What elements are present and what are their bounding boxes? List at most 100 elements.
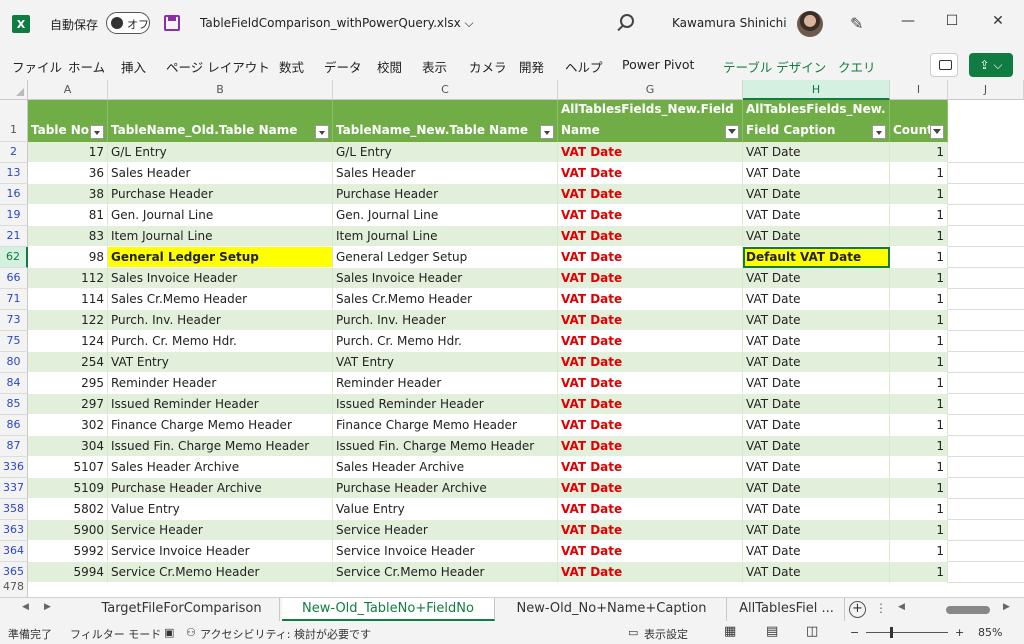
tab-scroll-right-icon[interactable]: ▶ [44, 602, 51, 612]
tab-page-layout[interactable]: ページ レイアウト [166, 57, 270, 76]
cell-old-table-name[interactable]: Sales Cr.Memo Header [108, 289, 333, 310]
select-all-corner[interactable] [0, 80, 28, 100]
cell-new-table-name[interactable]: Value Entry [333, 499, 558, 520]
cell-field-caption[interactable]: VAT Date [743, 142, 890, 163]
row-header[interactable]: 75 [0, 331, 28, 352]
cell-table-no[interactable]: 5992 [28, 541, 108, 562]
cell-field-caption[interactable]: VAT Date [743, 499, 890, 520]
row-header[interactable]: 358 [0, 499, 28, 520]
cell-column-j[interactable] [948, 205, 1024, 226]
cell-new-table-name[interactable]: Sales Cr.Memo Header [333, 289, 558, 310]
cell-table-no[interactable]: 122 [28, 310, 108, 331]
cell-count[interactable]: 1 [890, 226, 948, 247]
cell-table-no[interactable]: 38 [28, 184, 108, 205]
cell-table-no[interactable]: 304 [28, 436, 108, 457]
cell-new-table-name[interactable]: General Ledger Setup [333, 247, 558, 268]
cell-field-name[interactable]: VAT Date [558, 394, 743, 415]
cell-new-table-name[interactable]: Issued Fin. Charge Memo Header [333, 436, 558, 457]
cell-field-caption[interactable]: VAT Date [743, 457, 890, 478]
cell-field-name[interactable]: VAT Date [558, 268, 743, 289]
cell-field-name[interactable]: VAT Date [558, 520, 743, 541]
user-name[interactable]: Kawamura Shinichi [672, 16, 787, 30]
cell-field-caption[interactable]: VAT Date [743, 541, 890, 562]
sheet-tab-tableno-fieldno[interactable]: New-Old_TableNo+FieldNo [282, 598, 495, 621]
cell-field-caption[interactable]: VAT Date [743, 226, 890, 247]
cell-field-name[interactable]: VAT Date [558, 478, 743, 499]
row-header[interactable]: 80 [0, 352, 28, 373]
row-header[interactable]: 66 [0, 268, 28, 289]
cell-table-no[interactable]: 5900 [28, 520, 108, 541]
sheet-tab-target[interactable]: TargetFileForComparison [84, 598, 280, 621]
cell-old-table-name[interactable]: Purch. Cr. Memo Hdr. [108, 331, 333, 352]
cell-new-table-name[interactable]: Sales Header [333, 163, 558, 184]
maximize-button[interactable]: ☐ [942, 13, 962, 29]
cell-new-table-name[interactable]: Gen. Journal Line [333, 205, 558, 226]
cell-count[interactable]: 1 [890, 520, 948, 541]
comments-button[interactable] [930, 53, 958, 77]
row-header-1[interactable]: 1 [0, 100, 28, 142]
cell-table-no[interactable]: 297 [28, 394, 108, 415]
row-header[interactable]: 73 [0, 310, 28, 331]
column-header-j[interactable]: J [948, 80, 1024, 100]
column-header-a[interactable]: A [28, 80, 108, 100]
cell-new-table-name[interactable]: Reminder Header [333, 373, 558, 394]
cell-old-table-name[interactable]: Gen. Journal Line [108, 205, 333, 226]
page-break-view-icon[interactable]: ◫ [806, 624, 818, 639]
cell-field-caption[interactable]: VAT Date [743, 163, 890, 184]
filter-dropdown-icon[interactable] [872, 125, 886, 139]
cell-field-name[interactable]: VAT Date [558, 310, 743, 331]
tab-options-icon[interactable]: ⋮ [875, 601, 887, 615]
cell-field-caption[interactable]: VAT Date [743, 415, 890, 436]
row-header[interactable]: 71 [0, 289, 28, 310]
cell-column-j[interactable] [948, 352, 1024, 373]
cell-field-name[interactable]: VAT Date [558, 163, 743, 184]
cell-new-table-name[interactable]: Service Invoice Header [333, 541, 558, 562]
row-header[interactable]: 84 [0, 373, 28, 394]
column-header-g[interactable]: G [558, 80, 743, 100]
cell-column-j[interactable] [948, 268, 1024, 289]
filter-dropdown-icon[interactable] [90, 125, 104, 139]
cell-old-table-name[interactable]: Item Journal Line [108, 226, 333, 247]
cell-old-table-name[interactable]: Sales Invoice Header [108, 268, 333, 289]
row-header[interactable]: 364 [0, 541, 28, 562]
cell-column-j[interactable] [948, 436, 1024, 457]
column-header-h[interactable]: H [743, 80, 890, 100]
cell-count[interactable]: 1 [890, 331, 948, 352]
cell-field-caption[interactable]: VAT Date [743, 436, 890, 457]
column-header-b[interactable]: B [108, 80, 333, 100]
cell-field-name[interactable]: VAT Date [558, 373, 743, 394]
cell-count[interactable]: 1 [890, 247, 948, 268]
tab-query[interactable]: クエリ [838, 57, 876, 76]
cell-count[interactable]: 1 [890, 499, 948, 520]
cell-old-table-name[interactable]: Reminder Header [108, 373, 333, 394]
status-accessibility[interactable]: アクセシビリティ: 検討が必要です [200, 626, 371, 642]
cell-column-j[interactable] [948, 310, 1024, 331]
cell-table-no[interactable]: 5107 [28, 457, 108, 478]
cell-count[interactable]: 1 [890, 352, 948, 373]
spreadsheet-grid[interactable]: A B C G H I J 1 Table No. TableName_Old.… [0, 80, 1024, 597]
row-header[interactable]: 21 [0, 226, 28, 247]
cell-field-caption[interactable]: VAT Date [743, 310, 890, 331]
cell-column-j[interactable] [948, 373, 1024, 394]
tab-table-design[interactable]: テーブル デザイン [723, 57, 826, 76]
cell-count[interactable]: 1 [890, 205, 948, 226]
close-button[interactable]: ✕ [988, 13, 1008, 29]
share-button[interactable]: ⇪ ⌵ [969, 53, 1013, 77]
cell-old-table-name[interactable]: Sales Header Archive [108, 457, 333, 478]
cell-field-name[interactable]: VAT Date [558, 226, 743, 247]
tab-data[interactable]: データ [324, 57, 362, 76]
cell-count[interactable]: 1 [890, 184, 948, 205]
row-header-empty[interactable]: 478 [0, 577, 28, 597]
cell-table-no[interactable]: 5802 [28, 499, 108, 520]
column-header-c[interactable]: C [333, 80, 558, 100]
cell-new-table-name[interactable]: Purch. Cr. Memo Hdr. [333, 331, 558, 352]
zoom-slider[interactable] [866, 632, 948, 633]
cell-field-name[interactable]: VAT Date [558, 499, 743, 520]
cell-table-no[interactable]: 98 [28, 247, 108, 268]
macro-record-icon[interactable]: ▣ [164, 626, 174, 639]
cell-field-name[interactable]: VAT Date [558, 352, 743, 373]
empty-row[interactable] [28, 577, 1024, 597]
tab-formulas[interactable]: 数式 [279, 57, 304, 76]
cell-field-name[interactable]: VAT Date [558, 541, 743, 562]
tab-power-pivot[interactable]: Power Pivot [622, 57, 694, 72]
